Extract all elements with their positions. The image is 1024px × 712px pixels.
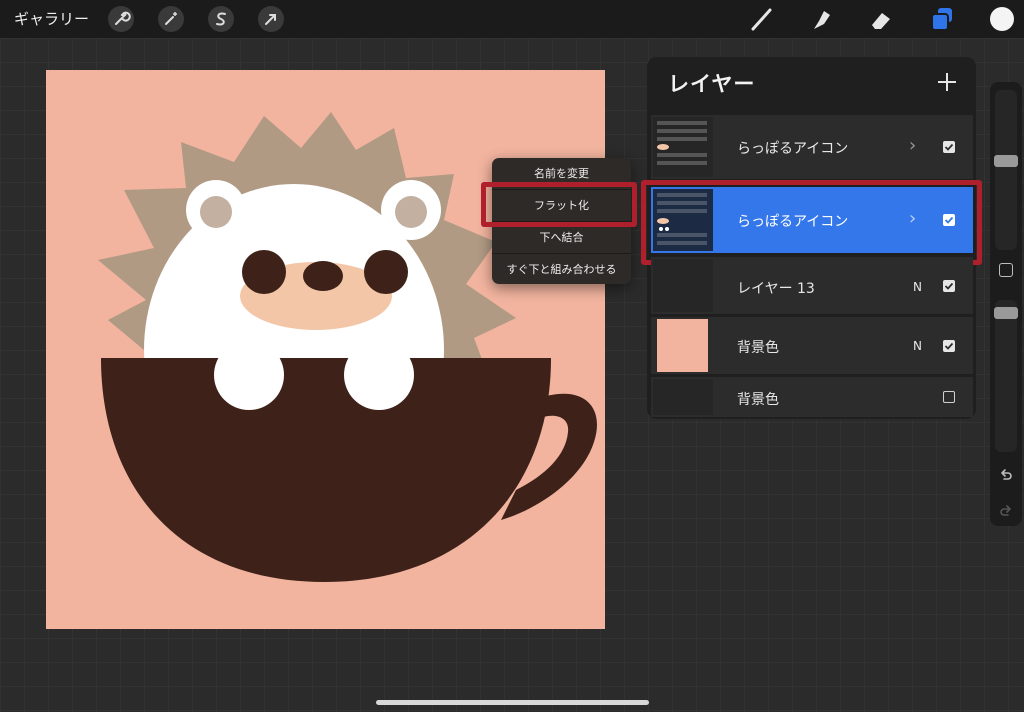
layer-visibility-checkbox[interactable] [943, 340, 955, 352]
magic-wand-icon[interactable] [158, 6, 184, 32]
layer-name: 背景色 [737, 340, 779, 356]
layer-visibility-checkbox[interactable] [943, 141, 955, 153]
selection-s-icon[interactable] [208, 6, 234, 32]
smudge-icon[interactable] [808, 5, 836, 33]
opacity-slider[interactable] [995, 300, 1017, 452]
gallery-button[interactable]: ギャラリー [14, 8, 89, 29]
wrench-icon[interactable] [108, 6, 134, 32]
blend-mode-label[interactable]: N [913, 339, 922, 353]
home-indicator[interactable] [376, 700, 649, 705]
layer-name: らっぽるアイコン [737, 141, 849, 157]
layer-visibility-checkbox[interactable] [943, 280, 955, 292]
chevron-right-icon[interactable]: › [909, 135, 916, 156]
color-picker-button[interactable] [990, 7, 1014, 31]
hedgehog-illustration [98, 112, 597, 582]
layer-thumbnail [657, 319, 708, 372]
add-layer-icon[interactable] [935, 70, 959, 94]
right-sidebar [990, 82, 1022, 526]
brush-size-slider[interactable] [995, 90, 1017, 250]
layer-thumbnail [653, 259, 713, 312]
layer-row-background-color-2[interactable]: 背景色 [651, 377, 973, 417]
flatten-highlight-box [481, 182, 637, 227]
menu-item-combine-down[interactable]: すぐ下と組み合わせる [492, 254, 631, 285]
layer-row-background-color[interactable]: 背景色 N [651, 317, 973, 374]
layer-visibility-checkbox[interactable] [943, 391, 955, 403]
redo-icon[interactable] [998, 502, 1014, 518]
layers-panel-title: レイヤー [668, 72, 756, 96]
top-toolbar: ギャラリー [0, 0, 1024, 38]
layer-name: 背景色 [737, 392, 779, 408]
opacity-handle[interactable] [994, 307, 1018, 319]
brush-icon[interactable] [748, 5, 776, 33]
layer-group-thumbnail [653, 117, 713, 177]
modify-button[interactable] [999, 263, 1013, 277]
blend-mode-label[interactable]: N [913, 280, 922, 294]
eraser-icon[interactable] [866, 5, 894, 33]
artwork-canvas[interactable] [46, 70, 605, 629]
brush-size-handle[interactable] [994, 155, 1018, 167]
layer-name: レイヤー 13 [737, 281, 815, 297]
selected-layer-highlight-box [641, 180, 982, 265]
undo-icon[interactable] [998, 466, 1014, 482]
layer-thumbnail [653, 379, 713, 415]
arrow-transform-icon[interactable] [258, 6, 284, 32]
layers-icon[interactable] [928, 5, 956, 33]
layer-row-13[interactable]: レイヤー 13 N [651, 257, 973, 314]
layer-row-group-1[interactable]: らっぽるアイコン › [651, 115, 973, 179]
